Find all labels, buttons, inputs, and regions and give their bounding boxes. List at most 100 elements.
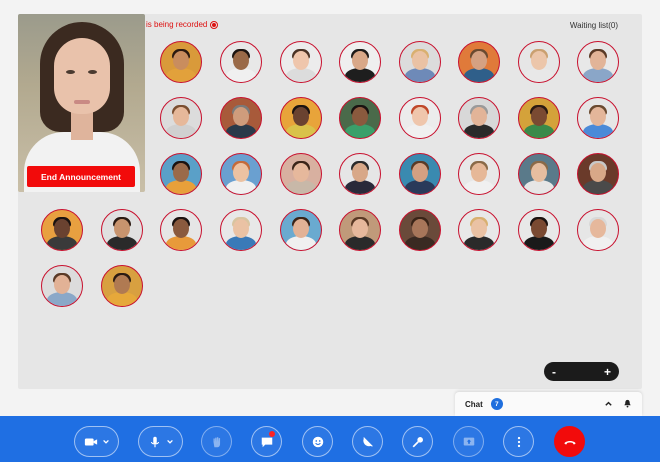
participant-avatar[interactable]	[339, 153, 381, 195]
avatar-face	[471, 107, 487, 126]
participant-avatar[interactable]	[458, 153, 500, 195]
participant-avatar[interactable]	[577, 209, 619, 251]
emoji-icon	[312, 436, 323, 447]
participant-avatar[interactable]	[220, 209, 262, 251]
avatar-shirt	[464, 236, 494, 250]
avatar-shirt	[107, 292, 137, 306]
participant-avatar[interactable]	[518, 153, 560, 195]
participant-avatar[interactable]	[160, 209, 202, 251]
announcement-button[interactable]	[352, 426, 383, 457]
participant-avatar[interactable]	[280, 41, 322, 83]
reactions-button[interactable]	[302, 426, 333, 457]
avatar-shirt	[524, 68, 554, 82]
participant-avatar[interactable]	[280, 153, 322, 195]
avatar-shirt	[405, 124, 435, 138]
participant-avatar[interactable]	[577, 97, 619, 139]
avatar-shirt	[405, 236, 435, 250]
avatar-face	[114, 275, 130, 294]
chat-button[interactable]	[251, 426, 282, 457]
avatar-shirt	[166, 236, 196, 250]
participant-avatar[interactable]	[399, 209, 441, 251]
avatar-shirt	[524, 236, 554, 250]
avatar-face	[173, 219, 189, 238]
avatar-shirt	[524, 124, 554, 138]
chat-panel-header[interactable]: Chat 7	[455, 392, 642, 416]
avatar-face	[233, 107, 249, 126]
avatar-shirt	[464, 180, 494, 194]
participant-avatar[interactable]	[339, 97, 381, 139]
participant-avatar[interactable]	[458, 97, 500, 139]
bell-icon[interactable]	[623, 399, 632, 410]
avatar-shirt	[286, 180, 316, 194]
avatar-face	[352, 51, 368, 70]
raise-hand-icon	[213, 436, 220, 447]
avatar-face	[173, 51, 189, 70]
participant-avatar[interactable]	[399, 153, 441, 195]
zoom-in-button[interactable]: +	[604, 365, 611, 379]
screen-share-button[interactable]	[453, 426, 484, 457]
recording-text: is being recorded	[146, 20, 208, 29]
participant-avatar[interactable]	[220, 41, 262, 83]
meeting-toolbar	[0, 416, 660, 462]
participant-avatar[interactable]	[458, 41, 500, 83]
microphone-button[interactable]	[138, 426, 183, 457]
avatar-shirt	[345, 68, 375, 82]
screen-share-icon	[463, 437, 474, 445]
end-announcement-button[interactable]: End Announcement	[27, 166, 135, 187]
avatar-face	[352, 107, 368, 126]
end-call-button[interactable]	[554, 426, 585, 457]
participant-avatar[interactable]	[518, 97, 560, 139]
avatar-shirt	[583, 180, 613, 194]
participant-avatar[interactable]	[339, 41, 381, 83]
avatar-face	[471, 51, 487, 70]
megaphone-icon	[362, 436, 373, 447]
avatar-shirt	[583, 236, 613, 250]
avatar-face	[352, 163, 368, 182]
participant-avatar[interactable]	[160, 153, 202, 195]
more-vertical-icon	[517, 436, 520, 447]
raise-hand-button[interactable]	[201, 426, 232, 457]
participant-avatar[interactable]	[101, 209, 143, 251]
participant-avatar[interactable]	[399, 41, 441, 83]
participant-avatar[interactable]	[280, 97, 322, 139]
avatar-shirt	[286, 124, 316, 138]
presenter-eye	[66, 70, 75, 74]
avatar-shirt	[405, 180, 435, 194]
avatar-face	[173, 107, 189, 126]
avatar-shirt	[464, 68, 494, 82]
avatar-shirt	[107, 236, 137, 250]
participant-avatar[interactable]	[518, 209, 560, 251]
participant-avatar[interactable]	[339, 209, 381, 251]
avatar-shirt	[583, 68, 613, 82]
participant-avatar[interactable]	[160, 41, 202, 83]
participant-avatar[interactable]	[101, 265, 143, 307]
more-options-button[interactable]	[503, 426, 534, 457]
participant-avatar[interactable]	[41, 209, 83, 251]
participant-avatar[interactable]	[280, 209, 322, 251]
presenter-video: End Announcement	[18, 14, 145, 192]
avatar-shirt	[286, 236, 316, 250]
avatar-shirt	[345, 180, 375, 194]
participant-avatar[interactable]	[160, 97, 202, 139]
chevron-up-icon[interactable]	[604, 399, 613, 410]
moderator-key-button[interactable]	[402, 426, 433, 457]
participant-avatar[interactable]	[518, 41, 560, 83]
participant-avatar[interactable]	[220, 153, 262, 195]
chevron-down-icon	[166, 439, 173, 444]
participant-avatar[interactable]	[399, 97, 441, 139]
participant-avatar[interactable]	[220, 97, 262, 139]
avatar-face	[531, 219, 547, 238]
avatar-shirt	[345, 236, 375, 250]
participant-avatar[interactable]	[458, 209, 500, 251]
participant-avatar[interactable]	[577, 153, 619, 195]
participant-avatar[interactable]	[41, 265, 83, 307]
record-icon	[210, 20, 219, 29]
participant-avatar[interactable]	[577, 41, 619, 83]
waiting-list-label[interactable]: Waiting list(0)	[570, 21, 618, 30]
camera-button[interactable]	[74, 426, 119, 457]
avatar-face	[233, 219, 249, 238]
avatar-shirt	[405, 68, 435, 82]
avatar-face	[531, 163, 547, 182]
zoom-out-button[interactable]: -	[552, 365, 556, 379]
avatar-face	[590, 51, 606, 70]
